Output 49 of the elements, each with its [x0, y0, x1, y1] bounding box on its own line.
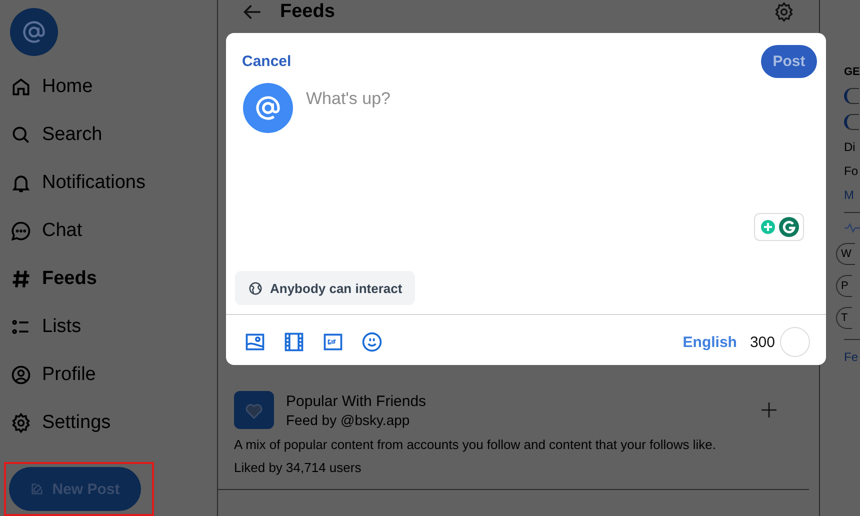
setting-text: Di [844, 140, 856, 154]
page-title: Feeds [280, 1, 335, 23]
emoji-icon[interactable] [361, 331, 383, 353]
language-button[interactable]: English [682, 334, 737, 350]
film-icon[interactable] [283, 331, 305, 353]
toggle-switch[interactable] [844, 114, 859, 130]
home-icon [10, 76, 32, 98]
topic-pill[interactable]: P [836, 275, 852, 297]
feed-author: Feed by @bsky.app [286, 412, 411, 428]
nav-item[interactable]: Search [10, 111, 217, 159]
nav-item[interactable]: Settings [10, 399, 217, 447]
nav-item[interactable]: Profile [10, 351, 217, 399]
writing-assistant-badge[interactable] [754, 213, 804, 241]
feed-description: A mix of popular content from accounts you follow and content that your follows like. [234, 437, 717, 452]
feed-title[interactable]: Popular With Friends [286, 392, 426, 410]
cancel-button[interactable]: Cancel [242, 53, 292, 70]
logo-avatar[interactable] [10, 8, 58, 56]
nav-item[interactable]: Lists [10, 303, 217, 351]
toggle-switch[interactable] [844, 88, 859, 104]
topic-pill[interactable]: T [836, 307, 852, 329]
character-ring-icon [780, 327, 810, 357]
like-count: Liked by 34,714 users [234, 460, 362, 475]
edit-icon [30, 482, 44, 496]
nav-item[interactable]: Notifications [10, 159, 217, 207]
gif-icon[interactable] [322, 331, 344, 353]
image-icon[interactable] [244, 331, 266, 353]
search-icon [10, 124, 32, 146]
globe-icon [248, 280, 263, 296]
chat-bubble-icon [10, 220, 32, 242]
person-icon [10, 364, 32, 386]
settings-icon [10, 412, 32, 434]
interaction-settings-button[interactable]: Anybody can interact [235, 271, 416, 305]
feed-avatar [234, 391, 274, 429]
post-button[interactable]: Post [761, 45, 817, 78]
letter-g-icon [779, 217, 799, 237]
plus-icon[interactable] [759, 400, 779, 420]
nav-item[interactable]: Home [10, 63, 217, 111]
topic-pill[interactable]: W [836, 243, 856, 265]
section-heading: GE [844, 66, 860, 78]
more-link[interactable]: M [844, 188, 860, 202]
nav-item[interactable]: Chat [10, 207, 217, 255]
character-count: 300 [750, 334, 775, 350]
user-avatar [243, 83, 293, 133]
pulse-icon [844, 223, 860, 233]
nav-item[interactable]: Feeds [10, 255, 217, 303]
setting-text: Fo [844, 164, 860, 178]
settings-icon[interactable] [773, 1, 795, 23]
footer-link[interactable]: Fe [844, 350, 860, 364]
hash-icon [10, 268, 32, 290]
